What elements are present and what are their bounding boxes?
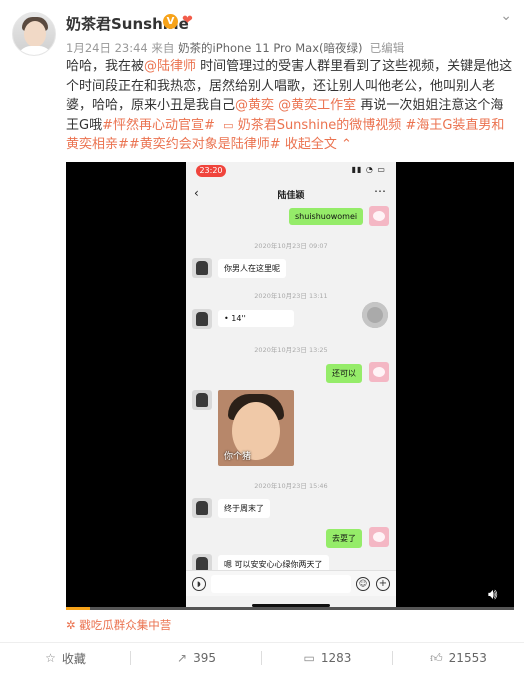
device-source: 奶茶的iPhone 11 Pro Max(暗夜绿) <box>178 41 363 55</box>
status-time: 23:20 <box>196 165 226 177</box>
chevron-up-icon: ⌃ <box>341 137 352 152</box>
chat-avatar <box>369 206 389 226</box>
chat-timestamp: 2020年10月23日 13:11 <box>254 292 328 300</box>
comment-icon: ▭ <box>303 651 315 665</box>
chat-avatar <box>192 309 212 329</box>
favorite-label: 收藏 <box>61 651 86 666</box>
sticker-image: 你个猪 <box>218 390 294 466</box>
source-tag-icon: ✲ <box>66 618 76 632</box>
video-progress-bar[interactable] <box>66 607 514 610</box>
repost-button[interactable]: ↗ 395 <box>131 643 262 673</box>
chat-avatar <box>369 527 389 547</box>
mention-link[interactable]: @陆律师 <box>144 59 196 74</box>
chevron-down-icon[interactable]: ⌄ <box>500 8 512 24</box>
post-date[interactable]: 1月24日 23:44 <box>66 41 148 55</box>
fan-heart-icon: ❤ <box>182 13 193 28</box>
chat-header: ‹ 陆佳颖 ⋯ <box>186 184 396 206</box>
chat-timestamp: 2020年10月23日 15:46 <box>254 482 328 490</box>
chat-bubble-left: 终于周末了 <box>218 499 270 518</box>
post-action-bar: ☆ 收藏 ↗ 395 ▭ 1283 👍︎ 21553 <box>0 642 524 673</box>
text-segment: 哈哈，我在被 <box>66 59 145 74</box>
weibo-post: 奶茶君Sunshine V ❤ ⌄ 1月24日 23:44 来自 奶茶的iPho… <box>0 0 524 673</box>
sticker-caption: 你个猪 <box>224 452 252 462</box>
comment-button[interactable]: ▭ 1283 <box>262 643 393 673</box>
video-frame-chat-screen: 23:20 ▮▮ ◔ ▭ ‹ 陆佳颖 ⋯ shuishuowomei 2020年… <box>186 162 396 610</box>
post-text: 哈哈，我在被@陆律师 时间管理过的受害人群里看到了这些视频，关键是他这个时间段正… <box>66 57 514 155</box>
chat-input-field <box>211 575 351 593</box>
plus-icon: + <box>376 577 390 591</box>
chat-bubble-right: shuishuowomei <box>289 208 364 225</box>
source-tag-label: 戳吃瓜群众集中营 <box>79 618 172 632</box>
volume-icon[interactable]: 🔊︎ <box>488 585 497 603</box>
mention-link[interactable]: @黄奕工作室 <box>278 98 356 113</box>
source-prefix: 来自 <box>151 41 175 55</box>
collapse-label: 收起全文 <box>284 137 337 152</box>
emoji-icon: ☺ <box>356 577 370 591</box>
hashtag-link[interactable]: #怦然再心动官宣# <box>102 118 215 133</box>
assistive-touch-button <box>362 302 388 328</box>
voice-duration: 14'' <box>231 314 246 323</box>
chat-bubble-left: 你男人在这里呢 <box>218 259 286 278</box>
phone-status-bar: 23:20 ▮▮ ◔ ▭ <box>186 162 396 180</box>
favorite-button[interactable]: ☆ 收藏 <box>0 643 131 673</box>
collapse-link[interactable]: 收起全文 ⌃ <box>285 137 352 152</box>
post-meta: 1月24日 23:44 来自 奶茶的iPhone 11 Pro Max(暗夜绿)… <box>66 40 404 56</box>
signal-wifi-battery-icon: ▮▮ ◔ ▭ <box>351 165 386 174</box>
repost-count: 395 <box>193 651 216 665</box>
comment-count: 1283 <box>320 651 352 665</box>
thumbs-up-icon: 👍︎ <box>430 650 443 665</box>
repost-icon: ↗ <box>177 651 188 665</box>
video-link-label: 奶茶君Sunshine的微博视频 <box>237 117 402 133</box>
chat-avatar <box>369 362 389 382</box>
chat-bubble-right: 去耍了 <box>326 529 362 548</box>
more-icon: ⋯ <box>374 184 386 198</box>
video-icon: ▭ <box>223 118 234 132</box>
chat-avatar <box>192 390 212 410</box>
source-tag-link[interactable]: ✲ 戳吃瓜群众集中营 <box>66 617 171 633</box>
like-button[interactable]: 👍︎ 21553 <box>393 643 524 673</box>
chat-avatar <box>192 258 212 278</box>
chat-input-bar: ◗ ☺ + <box>186 570 396 596</box>
voice-message: • 14'' <box>218 310 294 327</box>
verified-badge-icon: V <box>163 14 178 29</box>
user-avatar[interactable] <box>12 12 56 56</box>
edited-label: 已编辑 <box>369 41 405 55</box>
mention-link[interactable]: @黄奕 <box>235 98 274 113</box>
like-count: 21553 <box>448 651 487 665</box>
hashtag-link[interactable]: #黄奕约会对象是陆律师# <box>129 137 281 152</box>
chat-bubble-right: 还可以 <box>326 364 362 383</box>
chat-timestamp: 2020年10月23日 09:07 <box>254 242 328 250</box>
video-link[interactable]: ▭ 奶茶君Sunshine的微博视频 <box>223 118 401 133</box>
chat-timestamp: 2020年10月23日 13:25 <box>254 346 328 354</box>
chat-avatar <box>192 498 212 518</box>
star-icon: ☆ <box>45 651 56 665</box>
voice-input-icon: ◗ <box>192 577 206 591</box>
chat-title: 陆佳颖 <box>277 191 305 201</box>
